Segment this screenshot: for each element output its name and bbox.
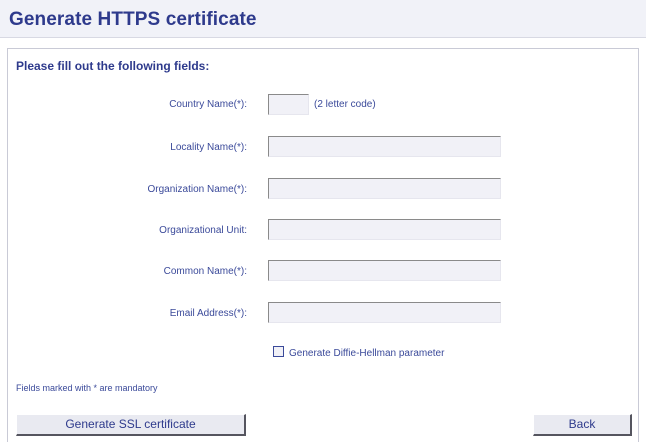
locality-name-label: Locality Name(*): bbox=[170, 142, 247, 153]
diffie-hellman-label[interactable]: Generate Diffie-Hellman parameter bbox=[289, 348, 444, 359]
organization-name-label: Organization Name(*): bbox=[147, 184, 247, 195]
email-address-field[interactable] bbox=[268, 302, 501, 323]
page-title: Generate HTTPS certificate bbox=[9, 9, 257, 30]
country-code-hint: (2 letter code) bbox=[314, 99, 376, 110]
page-header: Generate HTTPS certificate bbox=[0, 0, 646, 38]
organizational-unit-field[interactable] bbox=[268, 219, 501, 240]
country-name-field[interactable] bbox=[268, 94, 309, 115]
common-name-field[interactable] bbox=[268, 260, 501, 281]
organization-name-field[interactable] bbox=[268, 178, 501, 199]
back-button[interactable]: Back bbox=[533, 414, 632, 436]
form-subtitle: Please fill out the following fields: bbox=[16, 59, 210, 73]
common-name-label: Common Name(*): bbox=[163, 266, 247, 277]
locality-name-field[interactable] bbox=[268, 136, 501, 157]
organizational-unit-label: Organizational Unit: bbox=[159, 225, 247, 236]
mandatory-note: Fields marked with * are mandatory bbox=[16, 383, 158, 393]
diffie-hellman-checkbox[interactable] bbox=[273, 346, 284, 357]
generate-ssl-button[interactable]: Generate SSL certificate bbox=[16, 414, 246, 436]
country-name-label: Country Name(*): bbox=[169, 99, 247, 110]
email-address-label: Email Address(*): bbox=[169, 308, 247, 319]
